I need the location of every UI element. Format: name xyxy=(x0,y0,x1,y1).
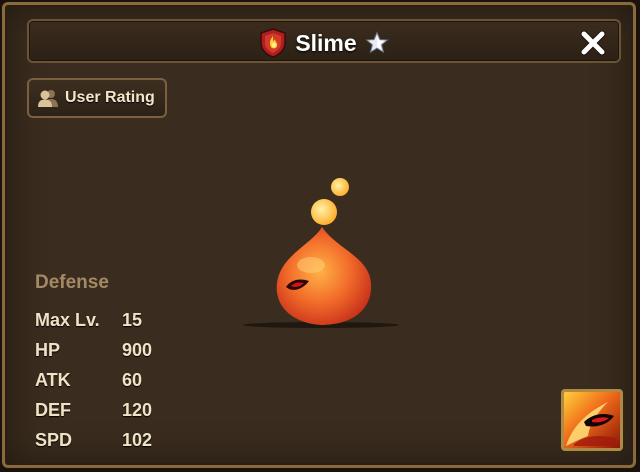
stat-value: 15 xyxy=(122,309,143,330)
title-bar: Slime xyxy=(27,19,621,63)
stat-label: SPD xyxy=(35,429,73,450)
skill-button[interactable] xyxy=(561,389,623,451)
stat-row-max-level: Max Lv. 15 xyxy=(35,305,152,335)
fire-skill-icon xyxy=(564,392,620,448)
stat-label: Max Lv. xyxy=(35,309,100,330)
close-button[interactable] xyxy=(577,27,609,59)
user-rating-button[interactable]: User Rating xyxy=(27,78,167,118)
star-icon xyxy=(365,31,389,54)
stat-row-def: DEF 120 xyxy=(35,395,152,425)
stat-row-spd: SPD 102 xyxy=(35,425,152,455)
stat-value: 102 xyxy=(122,429,153,450)
title-group: Slime xyxy=(29,27,619,59)
slime-monster-sprite xyxy=(243,178,399,328)
stat-row-hp: HP 900 xyxy=(35,335,152,365)
stats-list: Max Lv. 15 HP 900 ATK 60 DEF 120 SPD 102 xyxy=(35,305,152,455)
stat-label: DEF xyxy=(35,399,71,420)
user-rating-label: User Rating xyxy=(65,89,155,106)
stat-value: 120 xyxy=(122,399,153,420)
stat-label: HP xyxy=(35,339,61,360)
fire-element-badge-icon xyxy=(260,28,287,58)
monster-type-label: Defense xyxy=(35,272,109,293)
stat-label: ATK xyxy=(35,369,71,390)
stat-value: 900 xyxy=(122,339,153,360)
people-icon xyxy=(38,90,58,107)
stat-value: 60 xyxy=(122,369,143,390)
monster-name: Slime xyxy=(295,29,357,56)
close-icon xyxy=(580,30,606,56)
monster-info-panel: Slime User Rating Defense Max Lv. 15 HP … xyxy=(2,2,636,468)
stat-row-atk: ATK 60 xyxy=(35,365,152,395)
